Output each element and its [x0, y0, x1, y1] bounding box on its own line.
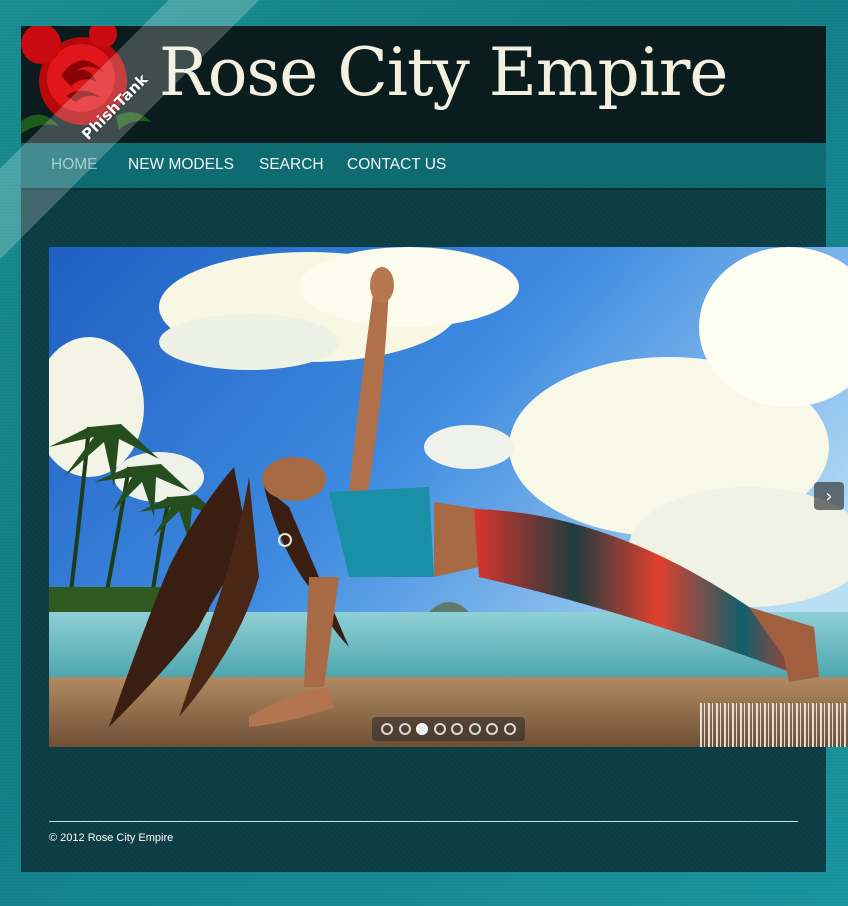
slider-dot[interactable] — [503, 723, 516, 735]
footer-copyright: © 2012 Rose City Empire — [49, 832, 174, 844]
barcode-image — [700, 703, 848, 747]
slider-dot-active[interactable] — [416, 723, 429, 735]
slider-dot[interactable] — [451, 723, 464, 735]
image-slider[interactable]: › — [49, 247, 848, 747]
slider-dot[interactable] — [398, 723, 411, 735]
slider-dot[interactable] — [468, 723, 481, 735]
site-title: Rose City Empire — [159, 34, 728, 111]
slide-image — [49, 247, 848, 747]
footer-divider — [49, 821, 798, 822]
main-navigation: HOME NEW MODELS SEARCH CONTACT US — [21, 143, 826, 190]
slider-dot[interactable] — [433, 723, 446, 735]
nav-item-search[interactable]: SEARCH — [259, 156, 324, 174]
slider-pagination — [372, 717, 525, 741]
nav-item-contact-us[interactable]: CONTACT US — [347, 156, 446, 174]
slider-dot[interactable] — [381, 723, 394, 735]
nav-item-new-models[interactable]: NEW MODELS — [128, 156, 234, 174]
slider-next-button[interactable]: › — [814, 482, 844, 510]
chevron-right-icon: › — [825, 485, 833, 507]
slider-dot[interactable] — [486, 723, 499, 735]
